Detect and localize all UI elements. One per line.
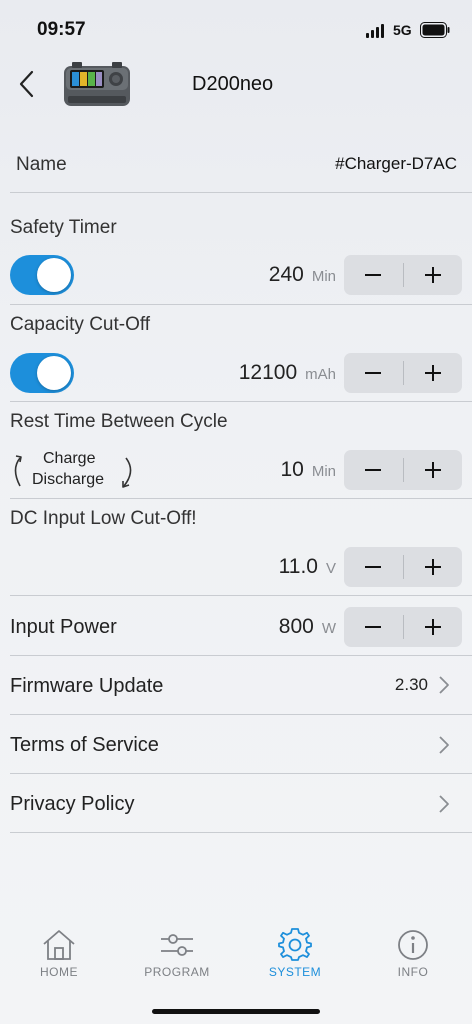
tab-info[interactable]: INFO [354,926,472,986]
capacity-cutoff-decrement-button[interactable] [344,353,403,393]
sliders-icon [161,934,193,956]
name-label: Name [16,154,67,175]
terms-of-service-label[interactable]: Terms of Service [10,734,159,757]
divider [10,401,472,402]
status-bar: 09:57 5G [0,0,472,52]
back-button[interactable] [14,66,42,102]
plus-icon [424,365,441,381]
dc-input-increment-button[interactable] [404,547,463,587]
safety-timer-value-group: 240 Min [269,263,336,287]
rest-time-value: 10 [280,458,304,481]
charger-device-image [64,62,130,106]
toggle-knob [37,356,71,390]
rest-time-stepper [344,450,462,490]
chevron-right-icon [439,676,449,694]
minus-icon [365,469,382,471]
input-power-unit: W [321,620,336,637]
divider [10,655,472,656]
divider [10,304,472,305]
minus-icon [365,626,382,628]
input-power-value: 800 [278,615,314,638]
input-power-stepper [344,607,462,647]
plus-icon [424,462,441,478]
input-power-decrement-button[interactable] [344,607,403,647]
dc-input-unit: V [325,560,336,577]
dc-input-value: 11.0 [278,555,318,578]
safety-timer-decrement-button[interactable] [344,255,403,295]
safety-timer-title: Safety Timer [10,217,117,238]
rest-time-title: Rest Time Between Cycle [10,411,228,432]
rest-time-unit: Min [311,463,336,480]
plus-icon [424,619,441,635]
minus-icon [365,274,382,276]
capacity-cutoff-value: 12100 [238,361,298,384]
gear-icon [278,928,312,961]
bottom-tab-bar: HOME PROGRAM SYSTEM INFO [0,926,472,986]
privacy-policy-link[interactable] [438,794,450,814]
tab-label: PROGRAM [144,965,210,979]
plus-icon [424,559,441,575]
safety-timer-value: 240 [268,263,304,286]
minus-icon [365,566,382,568]
chevron-right-icon [439,795,449,813]
firmware-version: 2.30 [394,675,428,694]
home-indicator [152,1009,320,1014]
input-power-title: Input Power [10,616,117,638]
input-power-increment-button[interactable] [404,607,463,647]
capacity-cutoff-value-group: 12100 mAh [239,361,336,385]
dc-input-stepper [344,547,462,587]
divider [10,498,472,499]
home-icon [43,930,75,960]
terms-of-service-link[interactable] [438,735,450,755]
header: D200neo [0,52,472,116]
firmware-update-link[interactable]: 2.30 [395,675,450,695]
minus-icon [365,372,382,374]
status-time: 09:57 [37,19,86,40]
dc-input-title: DC Input Low Cut-Off! [10,508,197,529]
divider [10,595,472,596]
plus-icon [424,267,441,283]
signal-icon [366,24,384,38]
tab-label: HOME [40,965,78,979]
info-icon [398,930,428,960]
battery-icon [420,22,450,38]
toggle-knob [37,258,71,292]
rest-time-increment-button[interactable] [404,450,463,490]
capacity-cutoff-stepper [344,353,462,393]
safety-timer-stepper [344,255,462,295]
divider [10,832,472,833]
divider [10,773,472,774]
device-title: D200neo [192,73,274,95]
cycle-charge-label: Charge [43,450,96,467]
input-power-value-group: 800 W [279,615,336,639]
privacy-policy-label[interactable]: Privacy Policy [10,793,134,816]
capacity-cutoff-title: Capacity Cut-Off [10,314,151,335]
divider [10,714,472,715]
tab-system[interactable]: SYSTEM [236,926,354,986]
rest-time-value-group: 10 Min [280,458,336,482]
divider [10,192,472,193]
firmware-update-label[interactable]: Firmware Update [10,675,163,698]
tab-home[interactable]: HOME [0,926,118,986]
cycle-discharge-label: Discharge [32,471,105,488]
safety-timer-increment-button[interactable] [404,255,463,295]
dc-input-decrement-button[interactable] [344,547,403,587]
safety-timer-unit: Min [311,268,336,285]
safety-timer-toggle[interactable] [10,255,74,295]
chevron-right-icon [439,736,449,754]
capacity-cutoff-unit: mAh [305,366,336,383]
tab-label: INFO [397,965,429,979]
capacity-cutoff-toggle[interactable] [10,353,74,393]
dc-input-value-group: 11.0 V [279,555,336,579]
device-name-value[interactable]: #Charger-D7AC [335,154,457,174]
tab-label: SYSTEM [268,965,322,979]
capacity-cutoff-increment-button[interactable] [404,353,463,393]
network-label: 5G [393,22,412,38]
rest-time-decrement-button[interactable] [344,450,403,490]
tab-program[interactable]: PROGRAM [118,926,236,986]
